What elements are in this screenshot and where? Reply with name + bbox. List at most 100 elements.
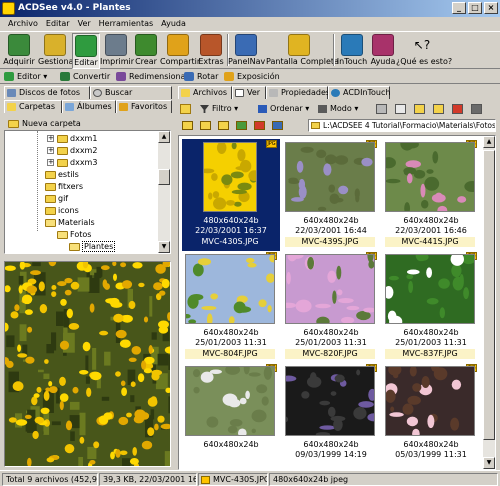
close-button[interactable]: × bbox=[484, 2, 498, 14]
folder-tree[interactable]: ▲ ▼ dxxm1 + dxxm2 + dxxm3 + estils fitxers gif ic… bbox=[4, 130, 171, 254]
scroll-up-button[interactable]: ▲ bbox=[158, 131, 170, 143]
title-bar[interactable]: ACDSee v4.0 - Plantes _ □ × bbox=[0, 0, 500, 17]
intouch-button[interactable]: InTouch bbox=[336, 33, 368, 69]
tab-albumes[interactable]: Álbumes bbox=[62, 100, 116, 113]
tab-label: Archivos bbox=[193, 88, 228, 97]
grid-scroll-down-button[interactable]: ▼ bbox=[483, 457, 495, 469]
ayuda-button[interactable]: Ayuda bbox=[370, 33, 396, 69]
menu-herramientas[interactable]: Herramientas bbox=[95, 17, 158, 31]
menu-editar[interactable]: Editar bbox=[42, 17, 74, 31]
view-list-icon[interactable] bbox=[376, 104, 387, 114]
thumbnail-item[interactable]: JPG640x480x24b22/03/2001 16:46MVC-441S.J… bbox=[381, 136, 481, 251]
grid-scrollbar[interactable]: ▲ ▼ bbox=[483, 136, 495, 469]
tab-label: Favoritos bbox=[131, 102, 168, 111]
tab-carpetas[interactable]: Carpetas bbox=[4, 100, 62, 113]
thumbnail-item[interactable]: JPG 480x640x24b 22/03/2001 16:37 MVC-430S.J… bbox=[182, 139, 280, 251]
gestionar-button[interactable]: Gestionar bbox=[38, 33, 77, 69]
tree-item-materials[interactable]: Materials bbox=[45, 217, 95, 228]
extras-icon bbox=[200, 34, 222, 56]
properties-small-icon[interactable] bbox=[471, 104, 482, 114]
imprimir-button[interactable]: Imprimir bbox=[100, 33, 134, 69]
tree-item-dxxm1[interactable]: dxxm1 bbox=[57, 133, 97, 144]
path-field[interactable]: L:\ACDSEE 4 Tutorial\Formacio\Materials\… bbox=[308, 119, 496, 132]
crear-button[interactable]: Crear bbox=[132, 33, 160, 69]
preview-pane[interactable] bbox=[4, 261, 171, 467]
sort-icon bbox=[258, 105, 267, 113]
thumbnail-item[interactable]: JPG640x480x24b25/01/2003 11:31MVC-820F.J… bbox=[281, 248, 380, 363]
grid-scroll-up-button[interactable]: ▲ bbox=[483, 136, 495, 148]
adquirir-button[interactable]: Adquirir bbox=[2, 33, 36, 69]
minimize-button[interactable]: _ bbox=[452, 2, 466, 14]
page-icon[interactable] bbox=[395, 104, 406, 114]
sort-button[interactable]: Ordenar ▾ bbox=[258, 103, 309, 115]
folder-icon bbox=[57, 135, 68, 143]
tree-scrollbar[interactable]: ▲ ▼ bbox=[158, 131, 170, 253]
thumbnail-dims: 640x480x24b bbox=[303, 328, 359, 337]
paste-icon[interactable] bbox=[433, 104, 444, 114]
thumbnail-item[interactable]: JPG640x480x24b25/01/2003 11:31MVC-804F.J… bbox=[182, 251, 280, 363]
forward-folder-icon[interactable] bbox=[200, 121, 211, 130]
menu-archivo[interactable]: Archivo bbox=[4, 17, 42, 31]
favorites-nav-icon[interactable] bbox=[272, 121, 283, 130]
tab-discos-de-fotos[interactable]: Discos de fotos bbox=[4, 86, 90, 99]
tab-favoritos[interactable]: Favoritos bbox=[116, 100, 172, 113]
filter-button[interactable]: Filtro ▾ bbox=[200, 103, 238, 115]
redimensionar-button[interactable]: Redimensionar bbox=[116, 70, 189, 83]
thumbnail-date: 22/03/2001 16:44 bbox=[295, 226, 367, 235]
tab-buscar[interactable]: Buscar bbox=[90, 86, 172, 99]
tree-item-plantes[interactable]: Plantes bbox=[69, 241, 116, 252]
rotar-button[interactable]: Rotar bbox=[184, 70, 218, 83]
thumbnail-item[interactable]: JPG640x480x24b09/03/1999 14:19 bbox=[280, 363, 381, 469]
back-folder-icon[interactable] bbox=[182, 121, 193, 130]
tab-ver[interactable]: Ver bbox=[232, 86, 266, 99]
folder-icon bbox=[7, 103, 16, 111]
up-folder-icon[interactable] bbox=[180, 104, 191, 114]
new-folder-button[interactable]: Nueva carpeta bbox=[8, 118, 81, 130]
maximize-button[interactable]: □ bbox=[468, 2, 482, 14]
thumbnail-image bbox=[280, 366, 381, 437]
stop-icon[interactable] bbox=[254, 121, 265, 130]
grid-scroll-thumb[interactable] bbox=[483, 150, 495, 440]
panelnav-button[interactable]: PanelNav bbox=[228, 33, 265, 69]
scroll-thumb[interactable] bbox=[158, 169, 170, 185]
tree-item-fotos[interactable]: Fotos bbox=[57, 229, 91, 240]
scroll-down-button[interactable]: ▼ bbox=[158, 241, 170, 253]
tree-item-dxxm2[interactable]: dxxm2 bbox=[57, 145, 97, 156]
thumbnail-date: 09/03/1999 14:19 bbox=[295, 450, 367, 459]
thumbnail-item[interactable]: JPG640x480x24b22/03/2001 16:44MVC-439S.J… bbox=[282, 139, 380, 251]
thumbnail-filename: MVC-804F.JPG bbox=[185, 349, 275, 359]
thumbnail-item[interactable]: JPG640x480x24b25/01/2003 11:31MVC-837F.J… bbox=[382, 250, 480, 363]
delete-icon[interactable] bbox=[452, 104, 463, 114]
compartir-button[interactable]: Compartir bbox=[160, 33, 200, 69]
tree-item-dxxm3[interactable]: dxxm3 bbox=[57, 157, 97, 168]
status-file: MVC-430S.JPG bbox=[198, 473, 268, 486]
tree-item-icons[interactable]: icons bbox=[45, 205, 79, 216]
que-es-esto-button[interactable]: ↖? ¿Qué es esto? bbox=[396, 33, 452, 69]
thumbnail-item[interactable]: JPG640x480x24b05/03/1999 11:31 bbox=[382, 363, 480, 469]
pantalla-completa-button[interactable]: Pantalla Completa bbox=[266, 33, 339, 69]
tree-item-estils[interactable]: estils bbox=[45, 169, 79, 180]
editor-button[interactable]: Editor ▾ bbox=[4, 70, 47, 83]
exposicion-button[interactable]: Exposición bbox=[224, 70, 280, 83]
tab-propiedades[interactable]: Propiedades bbox=[266, 86, 330, 99]
tree-item-label: gif bbox=[58, 194, 69, 203]
editar-button[interactable]: Editar bbox=[72, 33, 100, 69]
mode-button[interactable]: Modo ▾ bbox=[318, 103, 358, 115]
thumbnail-grid[interactable]: ▲ ▼ JPG 480x640x24b 22/03/2001 16:37 MVC-43… bbox=[178, 135, 496, 470]
parent-folder-icon[interactable] bbox=[218, 121, 229, 130]
app-icon[interactable] bbox=[2, 2, 15, 15]
extras-button[interactable]: Extras bbox=[196, 33, 226, 69]
menu-ayuda[interactable]: Ayuda bbox=[157, 17, 190, 31]
expand-icon[interactable]: + bbox=[47, 135, 54, 142]
menu-ver[interactable]: Ver bbox=[74, 17, 95, 31]
expand-icon[interactable]: + bbox=[47, 147, 54, 154]
convertir-button[interactable]: Convertir bbox=[60, 70, 110, 83]
tree-item-fitxers[interactable]: fitxers bbox=[45, 181, 83, 192]
copy-icon[interactable] bbox=[414, 104, 425, 114]
refresh-icon[interactable] bbox=[236, 121, 247, 130]
thumbnail-item[interactable]: JPG640x480x24b bbox=[182, 362, 280, 469]
tree-item-gif[interactable]: gif bbox=[45, 193, 68, 204]
tab-acdintouch[interactable]: ACDInTouch bbox=[328, 86, 390, 99]
expand-icon[interactable]: + bbox=[47, 159, 54, 166]
tab-archivos[interactable]: Archivos bbox=[178, 86, 232, 99]
